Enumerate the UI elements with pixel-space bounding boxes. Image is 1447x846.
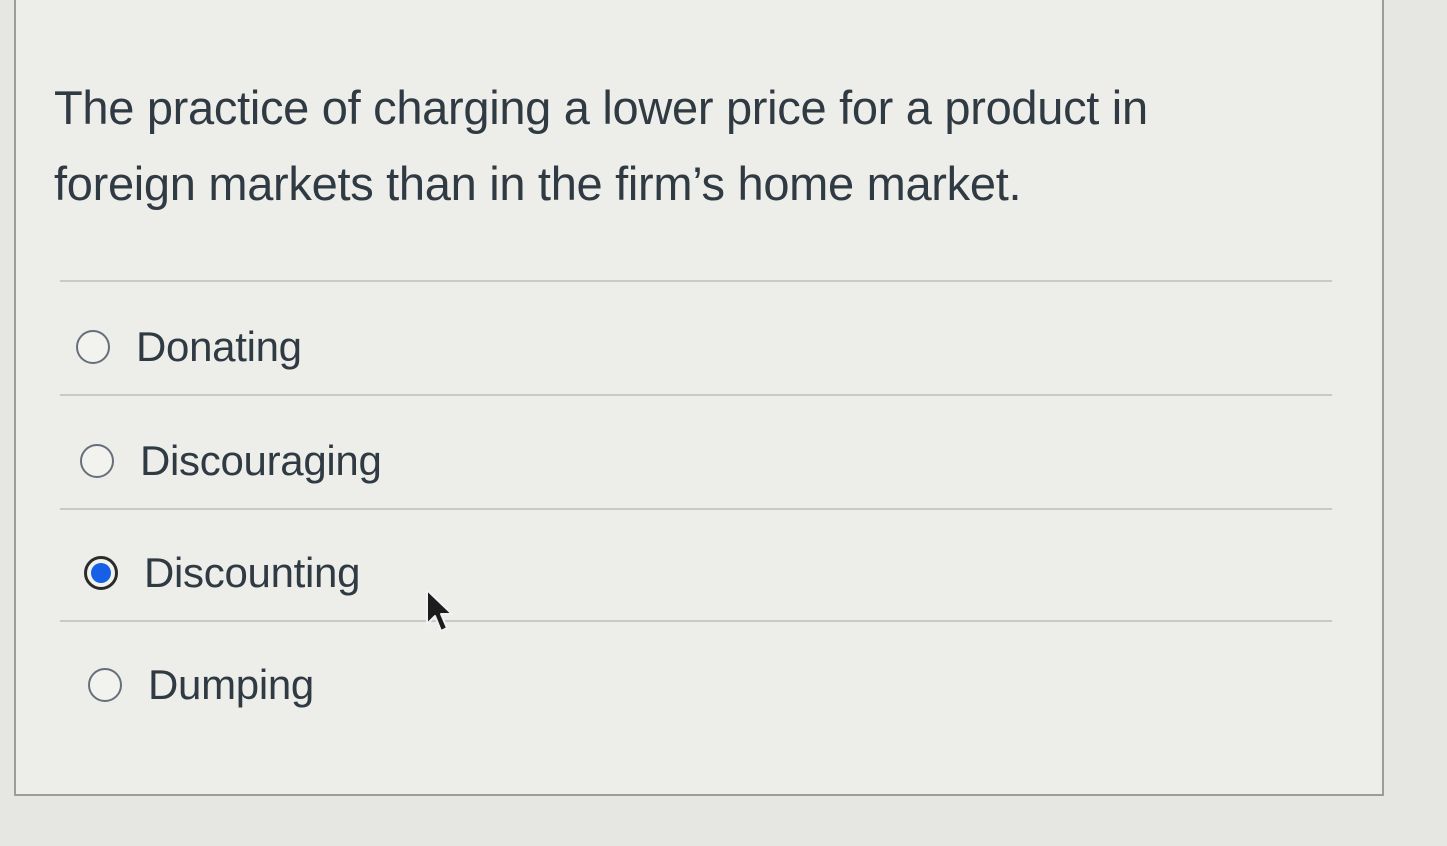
quiz-question-card: The practice of charging a lower price f…: [14, 0, 1384, 796]
answer-label-dumping: Dumping: [148, 661, 314, 708]
answer-divider-1: [60, 394, 1332, 396]
answer-label-discounting: Discounting: [144, 549, 361, 596]
answer-option-discounting[interactable]: Discounting: [84, 538, 360, 608]
question-text: The practice of charging a lower price f…: [54, 70, 1254, 222]
answer-option-donating[interactable]: Donating: [76, 312, 302, 382]
question-line-1: The practice of charging a lower price f…: [54, 81, 1148, 134]
radio-discouraging[interactable]: [80, 444, 114, 478]
answer-label-donating: Donating: [136, 323, 302, 370]
answer-divider-3: [60, 620, 1332, 622]
answers-top-divider: [60, 280, 1332, 282]
answer-label-discouraging: Discouraging: [140, 437, 382, 484]
answer-divider-2: [60, 508, 1332, 510]
answer-option-discouraging[interactable]: Discouraging: [80, 426, 382, 496]
mouse-pointer-icon: [426, 589, 453, 632]
radio-donating[interactable]: [76, 330, 110, 364]
radio-dumping[interactable]: [88, 668, 122, 702]
answer-option-dumping[interactable]: Dumping: [88, 650, 314, 720]
question-line-2: foreign markets than in the firm’s home …: [54, 157, 1022, 210]
radio-discounting-selected[interactable]: [84, 556, 118, 590]
